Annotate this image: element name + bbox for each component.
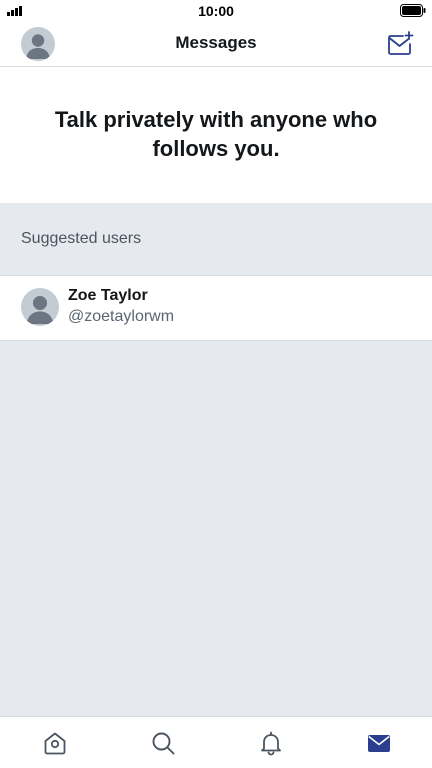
top-navigation-bar: Messages — [0, 22, 432, 67]
search-icon[interactable] — [149, 729, 177, 757]
bottom-tab-bar — [0, 716, 432, 768]
suggested-users-section: Suggested users — [0, 203, 432, 276]
bell-icon[interactable] — [257, 729, 285, 757]
home-icon[interactable] — [41, 729, 69, 757]
intro-heading: Talk privately with anyone who follows y… — [54, 107, 378, 161]
user-handle: @zoetaylorwm — [68, 308, 175, 325]
new-message-icon[interactable] — [386, 30, 414, 58]
user-avatar — [21, 288, 59, 326]
status-bar: 10:00 — [0, 0, 432, 22]
messages-screen: 10:00 Messages Talk privately with anyon… — [0, 0, 432, 768]
battery-icon — [400, 4, 426, 17]
empty-state-intro: Talk privately with anyone who follows y… — [0, 67, 432, 203]
page-title: Messages — [175, 33, 257, 52]
suggested-user-row[interactable]: Zoe Taylor @zoetaylorwm — [0, 276, 432, 341]
mail-icon[interactable] — [365, 729, 393, 757]
user-name: Zoe Taylor — [68, 287, 148, 304]
avatar-icon — [21, 288, 59, 326]
status-time: 10:00 — [198, 3, 234, 19]
suggested-users-label: Suggested users — [21, 230, 142, 247]
